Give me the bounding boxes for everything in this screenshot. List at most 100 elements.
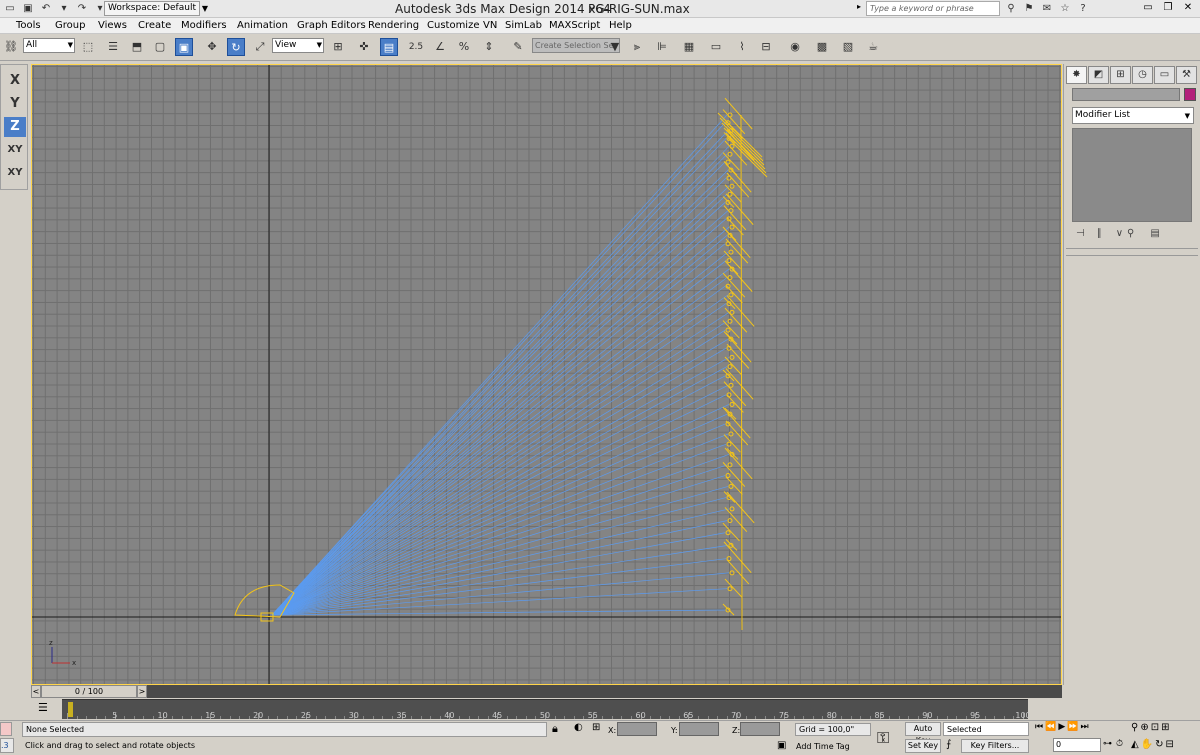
render-setup-icon[interactable]: ▩ (813, 38, 831, 56)
spinner-snap-icon[interactable]: ⇕ (480, 38, 498, 56)
x-coord-field[interactable] (617, 722, 657, 736)
modifier-list-dropdown[interactable]: Modifier List ▼ (1072, 107, 1194, 124)
utilities-tab-icon[interactable]: ⚒ (1176, 66, 1197, 84)
menu-graph-editors[interactable]: Graph Editors (297, 20, 366, 31)
schematic-view-icon[interactable]: ⊟ (757, 38, 775, 56)
create-tab-icon[interactable]: ✸ (1066, 66, 1087, 84)
close-icon[interactable]: ✕ (1178, 0, 1198, 16)
isolate-selection-icon[interactable]: ◐ (574, 722, 583, 733)
time-slider[interactable]: < 0 / 100 > (31, 685, 1062, 698)
search-expand-icon[interactable]: ▸ (857, 2, 861, 11)
menu-help[interactable]: Help (609, 20, 632, 31)
selection-region-icon[interactable]: ⬒ (128, 38, 146, 56)
orbit-icon[interactable]: ↻ (1155, 739, 1163, 750)
chevron-down-icon[interactable]: ▼ (606, 38, 624, 56)
viewport-front[interactable]: z x (31, 64, 1062, 685)
scale-icon[interactable]: ⤢ (251, 38, 269, 56)
curve-editor-icon[interactable]: ⌇ (733, 38, 751, 56)
axis-z-button[interactable]: Z (4, 117, 26, 137)
render-production-icon[interactable]: ☕ (864, 38, 882, 56)
undo-icon[interactable]: ↶ (38, 1, 54, 16)
hierarchy-tab-icon[interactable]: ⊞ (1110, 66, 1131, 84)
undo-dropdown-icon[interactable]: ▾ (56, 1, 72, 16)
auto-key-button[interactable]: Auto Key (905, 722, 941, 745)
reference-coord-dropdown[interactable]: View ▼ (272, 38, 324, 53)
restore-icon[interactable]: ❐ (1158, 0, 1178, 16)
add-time-tag-label[interactable]: Add Time Tag (793, 740, 873, 754)
motion-tab-icon[interactable]: ◷ (1132, 66, 1153, 84)
configure-sets-icon[interactable]: ▤ (1150, 228, 1159, 244)
pan-icon[interactable]: ✋ (1141, 739, 1153, 750)
next-frame-icon[interactable]: ⏩ (1067, 722, 1078, 732)
keyframe-marker[interactable] (68, 702, 73, 717)
remove-modifier-icon[interactable]: ⚲ (1127, 228, 1134, 244)
axis-xy-flyout-button[interactable]: XY (4, 163, 26, 183)
y-coord-field[interactable] (679, 722, 719, 736)
show-end-result-icon[interactable]: ∥ (1097, 228, 1102, 244)
help-icon[interactable]: ? (1075, 1, 1091, 16)
display-tab-icon[interactable]: ▭ (1154, 66, 1175, 84)
menu-vn[interactable]: VN (483, 20, 497, 31)
selection-filter-dropdown[interactable]: All ▼ (23, 38, 75, 53)
binoculars-icon[interactable]: ⚲ (1003, 1, 1019, 16)
maxscript-listener-indicator[interactable] (0, 722, 12, 736)
select-by-name-icon[interactable]: ☰ (104, 38, 122, 56)
modify-tab-icon[interactable]: ◩ (1088, 66, 1109, 84)
time-slider-prev-button[interactable]: < (31, 685, 41, 698)
menu-animation[interactable]: Animation (237, 20, 288, 31)
time-tag-icon[interactable]: ▣ (777, 740, 786, 751)
lock-selection-icon[interactable]: 🔒︎ (552, 722, 558, 736)
menu-modifiers[interactable]: Modifiers (181, 20, 227, 31)
object-name-field[interactable] (1072, 88, 1180, 101)
maximize-viewport-icon[interactable]: ⊟ (1166, 739, 1174, 750)
maxscript-mini-listener[interactable]: .3 (0, 738, 14, 753)
graphite-tools-icon[interactable]: ▭ (707, 38, 725, 56)
search-input[interactable]: Type a keyword or phrase (866, 1, 1000, 16)
field-of-view-icon[interactable]: ◭ (1131, 739, 1139, 750)
time-slider-next-button[interactable]: > (137, 685, 147, 698)
time-configuration-icon[interactable]: ⏱ (1116, 739, 1123, 749)
snap-toggle-icon[interactable]: 2.5 (407, 38, 425, 56)
key-mode-dropdown[interactable]: Selected (943, 722, 1029, 736)
menu-rendering[interactable]: Rendering (368, 20, 419, 31)
zoom-extents-all-icon[interactable]: ⊞ (1161, 722, 1169, 733)
keyboard-shortcut-override-icon[interactable]: ▤ (380, 38, 398, 56)
menu-group[interactable]: Group (55, 20, 85, 31)
move-icon[interactable]: ✥ (203, 38, 221, 56)
key-mode-toggle-icon[interactable]: ⊶ (1103, 739, 1112, 749)
manipulate-icon[interactable]: ✜ (355, 38, 373, 56)
axis-xy-button[interactable]: XY (4, 140, 26, 160)
tangent-type-icon[interactable]: ⨍ (946, 739, 951, 750)
percent-snap-icon[interactable]: % (455, 38, 473, 56)
menu-maxscript[interactable]: MAXScript (549, 20, 600, 31)
menu-simlab[interactable]: SimLab (505, 20, 542, 31)
window-crossing-icon[interactable]: ▢ (151, 38, 169, 56)
rendered-frame-window-icon[interactable]: ▧ (839, 38, 857, 56)
link-icon[interactable]: ⛓ (2, 38, 20, 56)
rotate-icon[interactable]: ↻ (227, 38, 245, 56)
key-icon[interactable]: ⚿ (877, 728, 889, 748)
zoom-icon[interactable]: ⚲ (1131, 722, 1138, 733)
subscription-icon[interactable]: ⚑ (1021, 1, 1037, 16)
axis-x-button[interactable]: X (4, 71, 26, 91)
pivot-center-icon[interactable]: ⊞ (329, 38, 347, 56)
time-slider-thumb[interactable]: 0 / 100 (41, 685, 137, 698)
mirror-icon[interactable]: ⫸ (628, 38, 646, 56)
material-editor-icon[interactable]: ◉ (786, 38, 804, 56)
previous-frame-icon[interactable]: ⏪ (1045, 722, 1056, 732)
minimize-icon[interactable]: ▭ (1138, 0, 1158, 16)
modifier-stack[interactable] (1072, 128, 1192, 222)
window-crossing-toggle-icon[interactable]: ▣ (175, 38, 193, 56)
align-icon[interactable]: ⊫ (653, 38, 671, 56)
communication-center-icon[interactable]: ✉ (1039, 1, 1055, 16)
track-bar[interactable]: 5 10 15 20 25 30 35 40 45 50 55 60 65 70 75 80 85 90 95 100 (62, 699, 1031, 720)
current-frame-field[interactable]: 0 (1053, 738, 1101, 752)
play-icon[interactable]: ▶ (1058, 722, 1065, 732)
zoom-all-icon[interactable]: ⊕ (1140, 722, 1148, 733)
trackbar-menu-icon[interactable]: ☰ (38, 701, 48, 714)
z-coord-field[interactable] (740, 722, 780, 736)
menu-customize[interactable]: Customize (427, 20, 480, 31)
menu-views[interactable]: Views (98, 20, 127, 31)
redo-icon[interactable]: ↷ (74, 1, 90, 16)
save-icon[interactable]: ▣ (20, 1, 36, 16)
